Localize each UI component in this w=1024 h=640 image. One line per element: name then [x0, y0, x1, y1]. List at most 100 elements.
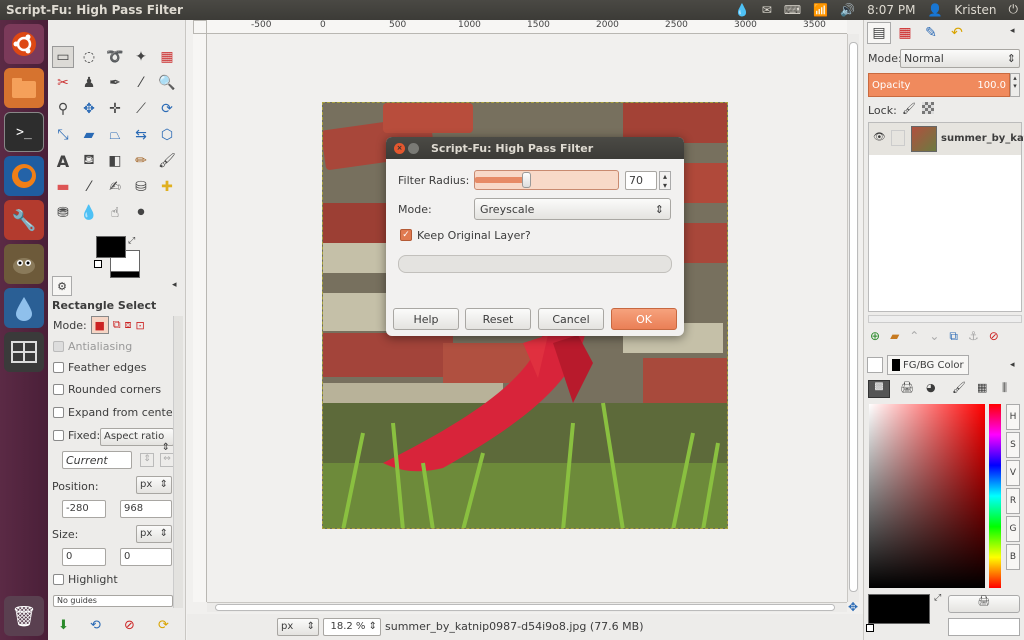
- heal-icon[interactable]: ✚: [156, 176, 178, 198]
- keep-original-checkbox[interactable]: ✓: [400, 229, 412, 241]
- smudge-icon[interactable]: ☝: [104, 202, 126, 224]
- color-picker-icon[interactable]: ⁄: [130, 72, 152, 94]
- layer-name[interactable]: summer_by_katn: [941, 133, 1024, 144]
- fgbg-tab[interactable]: FG/BG Color: [887, 355, 969, 375]
- horizontal-scrollbar[interactable]: [207, 602, 847, 612]
- ink-icon[interactable]: ✍: [104, 176, 126, 198]
- free-select-icon[interactable]: ➰: [104, 46, 126, 68]
- gimp-icon[interactable]: [4, 244, 44, 284]
- align-icon[interactable]: ✛: [104, 98, 126, 120]
- default-colors-small-icon[interactable]: [866, 624, 874, 632]
- eraser-icon[interactable]: ▬: [52, 176, 74, 198]
- swap-colors-icon[interactable]: ⤢: [128, 236, 135, 246]
- layer-mode-select[interactable]: Normal ⇕: [900, 49, 1020, 68]
- new-layer-icon[interactable]: ⊕: [870, 329, 880, 344]
- size-h-field[interactable]: 0: [120, 548, 172, 566]
- default-colors-icon[interactable]: [94, 260, 102, 268]
- channel-v-button[interactable]: V: [1006, 460, 1020, 486]
- duplicate-layer-icon[interactable]: ⧉: [949, 329, 958, 344]
- pencil-icon[interactable]: ✏: [130, 150, 152, 172]
- dock-menu-icon[interactable]: ◂: [1010, 26, 1015, 36]
- filter-radius-thumb[interactable]: [522, 172, 531, 188]
- feather-edges-checkbox[interactable]: [53, 362, 64, 373]
- save-options-icon[interactable]: ⬇: [58, 618, 69, 633]
- visibility-eye-icon[interactable]: 👁: [873, 132, 886, 143]
- scissors-icon[interactable]: ✂: [52, 72, 74, 94]
- blur-icon[interactable]: 💧: [78, 202, 100, 224]
- help-button[interactable]: Help: [393, 308, 459, 330]
- wifi-icon[interactable]: 📶: [813, 3, 828, 17]
- foreground-select-icon[interactable]: ♟: [78, 72, 100, 94]
- horizontal-scroll-thumb[interactable]: [215, 604, 835, 611]
- airbrush-icon[interactable]: ⁄: [78, 176, 100, 198]
- color-scales-icon[interactable]: ▩: [868, 380, 890, 398]
- tool-options-tab-icon[interactable]: ⚙: [52, 276, 72, 296]
- bucket-fill-icon[interactable]: ⛾: [78, 150, 100, 172]
- rect-select-icon[interactable]: ▭: [52, 46, 74, 68]
- opacity-spin[interactable]: ▴ ▾: [1010, 73, 1020, 97]
- color-wheel-icon[interactable]: ◕: [926, 381, 936, 394]
- terminal-icon[interactable]: >_: [4, 112, 44, 152]
- channel-g-button[interactable]: G: [1006, 516, 1020, 542]
- position-unit-select[interactable]: px ⇕: [136, 476, 172, 494]
- new-group-icon[interactable]: ▰: [890, 329, 899, 344]
- undo-history-tab-icon[interactable]: ↶: [945, 22, 969, 44]
- opacity-slider[interactable]: Opacity 100.0: [868, 73, 1010, 97]
- unit-select[interactable]: px ⇕: [277, 618, 319, 636]
- vertical-scroll-thumb[interactable]: [849, 42, 858, 592]
- hex-entry[interactable]: [948, 618, 1020, 636]
- user-name[interactable]: Kristen: [954, 3, 996, 17]
- size-w-field[interactable]: 0: [62, 548, 106, 566]
- workspaces-icon[interactable]: [4, 332, 44, 372]
- text-tool-icon[interactable]: A: [52, 150, 74, 172]
- zoom-select[interactable]: 18.2 % ⇕: [323, 618, 381, 636]
- fixed-select[interactable]: Aspect ratio ⇕: [100, 428, 174, 453]
- watercolor-icon[interactable]: 🖌: [952, 381, 966, 394]
- blend-icon[interactable]: ◧: [104, 150, 126, 172]
- droplet-icon[interactable]: [4, 288, 44, 328]
- ratio-chain-icon[interactable]: ⇕: [140, 453, 154, 467]
- panel-menu-icon[interactable]: ◂: [172, 280, 177, 290]
- vertical-scrollbar[interactable]: [847, 34, 859, 602]
- mode-intersect-icon[interactable]: ⊡: [136, 319, 145, 332]
- measure-icon[interactable]: ⚲: [52, 98, 74, 120]
- layer-row[interactable]: 👁 summer_by_katn: [869, 123, 1024, 155]
- paths-icon[interactable]: ✒: [104, 72, 126, 94]
- current-field[interactable]: Current: [62, 451, 132, 469]
- cancel-button[interactable]: Cancel: [538, 308, 604, 330]
- fuzzy-select-icon[interactable]: ✦: [130, 46, 152, 68]
- paintbrush-icon[interactable]: 🖌: [156, 150, 178, 172]
- guides-select[interactable]: No guides: [53, 595, 173, 607]
- settings-icon[interactable]: 🔧: [4, 200, 44, 240]
- anchor-layer-icon[interactable]: ⚓: [968, 329, 979, 344]
- mode-subtract-icon[interactable]: ⧈: [125, 318, 132, 332]
- filter-radius-spin[interactable]: ▴ ▾: [659, 171, 671, 190]
- dash-home-icon[interactable]: [4, 24, 44, 64]
- paths-tab-icon[interactable]: ✎: [919, 22, 943, 44]
- dodge-burn-icon[interactable]: ⚫: [130, 202, 152, 224]
- crop-icon[interactable]: ⟋: [130, 98, 152, 120]
- raise-layer-icon[interactable]: ⌃: [909, 329, 919, 344]
- dropbox-icon[interactable]: 💧: [735, 3, 750, 17]
- color-panel-menu-icon[interactable]: ◂: [1010, 360, 1015, 370]
- reset-options-icon[interactable]: ⟳: [158, 618, 169, 633]
- filter-radius-slider[interactable]: [474, 170, 619, 190]
- channel-h-button[interactable]: H: [1006, 404, 1020, 430]
- move-icon[interactable]: ✥: [78, 98, 100, 120]
- files-icon[interactable]: [4, 68, 44, 108]
- color-pick-button[interactable]: 🖨: [948, 595, 1020, 613]
- rotate-icon[interactable]: ⟳: [156, 98, 178, 120]
- flip-icon[interactable]: ⇆: [130, 124, 152, 146]
- layers-tab-icon[interactable]: ▤: [867, 22, 891, 44]
- hue-strip[interactable]: [989, 404, 1001, 588]
- channel-b-button[interactable]: B: [1006, 544, 1020, 570]
- expand-from-center-checkbox[interactable]: [53, 407, 64, 418]
- quick-mask-corner[interactable]: [193, 20, 207, 34]
- color-square[interactable]: [869, 404, 985, 588]
- restore-options-icon[interactable]: ⟲: [90, 618, 101, 633]
- lock-alpha-icon[interactable]: [922, 102, 934, 114]
- filter-radius-field[interactable]: 70: [625, 171, 657, 190]
- reset-button[interactable]: Reset: [465, 308, 531, 330]
- tool-options-scrollbar[interactable]: [173, 316, 183, 608]
- scale-icon[interactable]: ⤡: [52, 124, 74, 146]
